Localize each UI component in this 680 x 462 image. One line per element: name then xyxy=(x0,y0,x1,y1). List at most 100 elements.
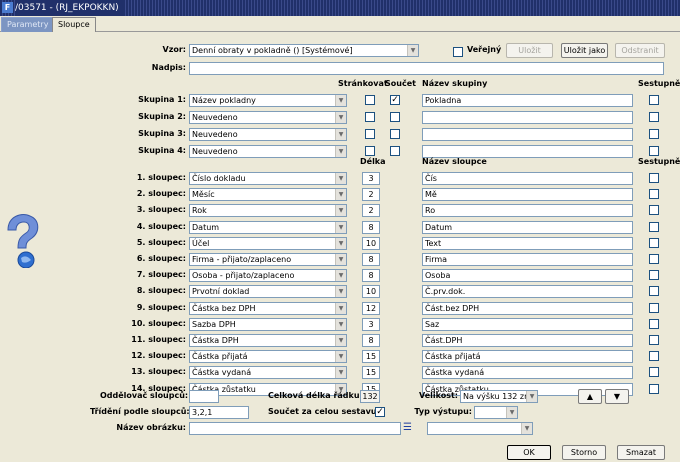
column-length-input[interactable]: 8 xyxy=(362,269,380,283)
chevron-down-icon[interactable]: ▼ xyxy=(506,407,517,418)
column-length-input[interactable]: 15 xyxy=(362,350,380,364)
chevron-down-icon[interactable]: ▼ xyxy=(335,270,346,282)
group-sestupne-checkbox[interactable] xyxy=(649,112,659,122)
nadpis-input[interactable] xyxy=(189,62,664,75)
column-length-input[interactable]: 8 xyxy=(362,253,380,266)
obrazek-select[interactable]: ▼ xyxy=(427,422,533,435)
column-sestupne-checkbox[interactable] xyxy=(649,237,659,248)
move-up-button[interactable]: ▲ xyxy=(578,389,602,404)
column-sestupne-checkbox[interactable] xyxy=(649,318,659,329)
tab-parametry[interactable]: Parametry xyxy=(1,17,55,32)
column-select[interactable]: Sazba DPH ▼ xyxy=(189,317,347,331)
oddelovac-input[interactable] xyxy=(189,390,219,403)
obrazek-input[interactable] xyxy=(189,422,401,435)
group-strankovat-checkbox[interactable] xyxy=(365,95,375,105)
group-strankovat-checkbox[interactable] xyxy=(365,129,375,139)
column-sestupne-checkbox[interactable] xyxy=(649,383,659,394)
chevron-down-icon[interactable]: ▼ xyxy=(335,112,346,123)
column-select[interactable]: Měsíc ▼ xyxy=(189,188,347,202)
chevron-down-icon[interactable]: ▼ xyxy=(335,189,346,201)
group-soucet-checkbox[interactable] xyxy=(390,146,400,156)
group-soucet-checkbox[interactable]: ✓ xyxy=(390,95,400,105)
group-select[interactable]: Neuvedeno ▼ xyxy=(189,111,347,124)
column-name-input[interactable]: Část.DPH xyxy=(422,334,633,347)
odstranit-button[interactable]: Odstranit xyxy=(615,43,665,58)
column-name-input[interactable]: Ro xyxy=(422,204,633,218)
trideni-input[interactable]: 3,2,1 xyxy=(189,406,249,419)
group-select[interactable]: Neuvedeno ▼ xyxy=(189,145,347,158)
column-name-input[interactable]: Text xyxy=(422,236,633,250)
smazat-button[interactable]: Smazat xyxy=(617,445,665,460)
ulozit-button[interactable]: Uložit xyxy=(506,43,553,58)
chevron-down-icon[interactable]: ▼ xyxy=(335,205,346,217)
storno-button[interactable]: Storno xyxy=(562,445,606,460)
column-select[interactable]: Částka vydaná ▼ xyxy=(189,366,347,380)
group-sestupne-checkbox[interactable] xyxy=(649,146,659,156)
column-length-input[interactable]: 2 xyxy=(362,204,380,218)
group-name-input[interactable] xyxy=(422,128,633,141)
chevron-down-icon[interactable]: ▼ xyxy=(335,335,346,346)
column-select[interactable]: Účel ▼ xyxy=(189,236,347,250)
column-sestupne-checkbox[interactable] xyxy=(649,173,659,183)
vzor-select[interactable]: Denní obraty v pokladně () [Systémové] ▼ xyxy=(189,44,419,57)
group-select[interactable]: Název pokladny ▼ xyxy=(189,94,347,107)
column-sestupne-checkbox[interactable] xyxy=(649,302,659,313)
column-length-input[interactable]: 3 xyxy=(362,172,380,185)
group-sestupne-checkbox[interactable] xyxy=(649,129,659,139)
typ-vystupu-select[interactable]: ▼ xyxy=(474,406,518,419)
column-sestupne-checkbox[interactable] xyxy=(649,254,659,264)
column-length-input[interactable]: 2 xyxy=(362,188,380,202)
chevron-down-icon[interactable]: ▼ xyxy=(335,237,346,249)
group-strankovat-checkbox[interactable] xyxy=(365,112,375,122)
column-name-input[interactable]: Firma xyxy=(422,253,633,266)
chevron-down-icon[interactable]: ▼ xyxy=(335,367,346,379)
chevron-down-icon[interactable]: ▼ xyxy=(335,146,346,157)
chevron-down-icon[interactable]: ▼ xyxy=(335,95,346,106)
column-select[interactable]: Prvotní doklad ▼ xyxy=(189,285,347,299)
chevron-down-icon[interactable]: ▼ xyxy=(335,318,346,330)
ok-button[interactable]: OK xyxy=(507,445,551,460)
column-sestupne-checkbox[interactable] xyxy=(649,189,659,200)
column-name-input[interactable]: Č.prv.dok. xyxy=(422,285,633,299)
column-sestupne-checkbox[interactable] xyxy=(649,335,659,345)
group-soucet-checkbox[interactable] xyxy=(390,112,400,122)
column-select[interactable]: Firma - přijato/zaplaceno ▼ xyxy=(189,253,347,266)
chevron-down-icon[interactable]: ▼ xyxy=(335,254,346,265)
column-length-input[interactable]: 10 xyxy=(362,236,380,250)
chevron-down-icon[interactable]: ▼ xyxy=(335,129,346,140)
column-select[interactable]: Částka bez DPH ▼ xyxy=(189,301,347,315)
column-name-input[interactable]: Část.bez DPH xyxy=(422,301,633,315)
chevron-down-icon[interactable]: ▼ xyxy=(526,391,537,402)
column-length-input[interactable]: 15 xyxy=(362,366,380,380)
column-sestupne-checkbox[interactable] xyxy=(649,221,659,232)
velikost-select[interactable]: Na výšku 132 zn. ▼ xyxy=(460,390,538,403)
column-select[interactable]: Částka přijatá ▼ xyxy=(189,350,347,364)
column-name-input[interactable]: Datum xyxy=(422,220,633,234)
column-name-input[interactable]: Čís xyxy=(422,172,633,185)
column-length-input[interactable]: 3 xyxy=(362,317,380,331)
tab-sloupce[interactable]: Sloupce xyxy=(52,17,96,33)
column-name-input[interactable]: Částka vydaná xyxy=(422,366,633,380)
column-name-input[interactable]: Osoba xyxy=(422,269,633,283)
group-strankovat-checkbox[interactable] xyxy=(365,146,375,156)
move-down-button[interactable]: ▼ xyxy=(605,389,629,404)
column-select[interactable]: Číslo dokladu ▼ xyxy=(189,172,347,185)
group-select[interactable]: Neuvedeno ▼ xyxy=(189,128,347,141)
column-select[interactable]: Částka DPH ▼ xyxy=(189,334,347,347)
column-name-input[interactable]: Mě xyxy=(422,188,633,202)
list-icon[interactable]: ☰ xyxy=(403,422,413,435)
column-select[interactable]: Osoba - přijato/zaplaceno ▼ xyxy=(189,269,347,283)
chevron-down-icon[interactable]: ▼ xyxy=(521,423,532,434)
help-icon[interactable] xyxy=(4,210,46,268)
column-sestupne-checkbox[interactable] xyxy=(649,205,659,216)
column-select[interactable]: Rok ▼ xyxy=(189,204,347,218)
group-sestupne-checkbox[interactable] xyxy=(649,95,659,105)
column-length-input[interactable]: 8 xyxy=(362,334,380,347)
column-sestupne-checkbox[interactable] xyxy=(649,270,659,281)
group-name-input[interactable]: Pokladna xyxy=(422,94,633,107)
column-sestupne-checkbox[interactable] xyxy=(649,351,659,362)
chevron-down-icon[interactable]: ▼ xyxy=(335,286,346,298)
column-select[interactable]: Datum ▼ xyxy=(189,220,347,234)
column-length-input[interactable]: 8 xyxy=(362,220,380,234)
column-length-input[interactable]: 10 xyxy=(362,285,380,299)
